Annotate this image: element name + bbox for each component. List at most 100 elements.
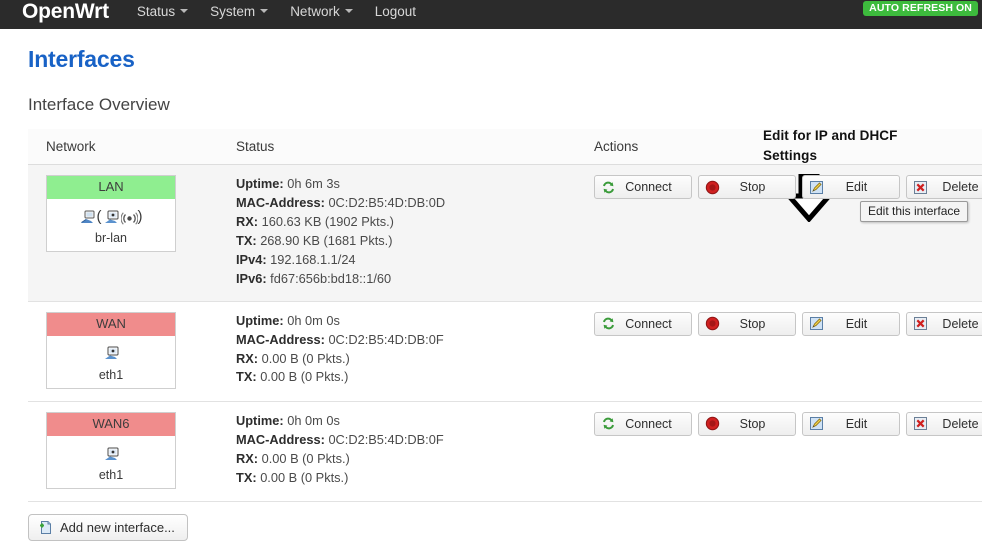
connect-button[interactable]: Connect [594, 411, 692, 436]
edit-button[interactable]: Edit [802, 175, 900, 199]
interface-box-lan[interactable]: LAN () br-lan [46, 175, 176, 253]
stop-button[interactable]: Stop [698, 175, 796, 199]
table-row: LAN () br-lan Uptime: 0h 6m 3s MAC-Addr… [28, 164, 982, 302]
delete-icon [913, 316, 928, 331]
chevron-down-icon [260, 9, 269, 13]
status-value: 268.90 KB (1681 Pkts.) [260, 232, 393, 248]
interface-name-badge: WAN [47, 312, 175, 336]
status-value: 0.00 B (0 Pkts.) [261, 450, 350, 466]
pencil-icon [809, 416, 824, 431]
status-value: 160.63 KB (1902 Pkts.) [261, 213, 394, 229]
nav-item-label: System [210, 3, 256, 19]
nav-item-label: Status [136, 3, 176, 19]
status-list: Uptime: 0h 0m 0s MAC-Address: 0C:D2:B5:4… [236, 312, 576, 388]
chevron-down-icon [344, 9, 353, 13]
network-cell: WAN6 eth1 [28, 401, 218, 503]
stop-icon [705, 316, 720, 331]
status-line: MAC-Address: 0C:D2:B5:4D:DB:0F [236, 331, 576, 350]
status-value: 192.168.1.1/24 [270, 251, 356, 267]
interface-device-info: eth1 [47, 335, 175, 388]
interface-icons: () [47, 206, 175, 228]
status-label: TX: [236, 469, 257, 485]
status-label: MAC-Address: [236, 331, 325, 347]
interface-device-name: br-lan [95, 231, 127, 246]
status-line: RX: 160.63 KB (1902 Pkts.) [236, 213, 576, 232]
interface-icons [47, 343, 175, 365]
interface-name-badge: LAN [47, 176, 175, 200]
delete-icon [913, 416, 928, 431]
interface-device-info: eth1 [47, 436, 175, 489]
nav-item-system[interactable]: System [210, 3, 269, 19]
edit-tooltip: Edit this interface [860, 201, 969, 222]
network-cell: WAN eth1 [28, 301, 218, 402]
nav-item-logout[interactable]: Logout [375, 4, 416, 19]
interface-device-name: eth1 [98, 367, 124, 382]
connect-button[interactable]: Connect [594, 175, 692, 199]
status-line: Uptime: 0h 6m 3s [236, 175, 576, 194]
refresh-icon [601, 416, 616, 431]
status-line: Uptime: 0h 0m 0s [236, 312, 576, 331]
status-line: MAC-Address: 0C:D2:B5:4D:DB:0F [236, 431, 576, 450]
interface-device-info: () br-lan [47, 199, 175, 252]
status-value: 0h 6m 3s [287, 176, 340, 191]
stop-button-label: Stop [739, 180, 766, 194]
annotation-text: Edit for IP and DHCF Settings [763, 126, 963, 165]
status-line: IPv4: 192.168.1.1/24 [236, 251, 576, 270]
action-buttons: Connect Stop [594, 175, 982, 222]
connect-button-label: Connect [625, 416, 672, 431]
status-line: MAC-Address: 0C:D2:B5:4D:DB:0D [236, 194, 576, 213]
auto-refresh-badge[interactable]: AUTO REFRESH ON [863, 1, 978, 16]
status-cell: Uptime: 0h 0m 0s MAC-Address: 0C:D2:B5:4… [218, 401, 576, 503]
paren-open: ( [96, 207, 102, 225]
add-new-interface-label: Add new interface... [60, 520, 175, 536]
wifi-icon [120, 210, 138, 225]
status-value: 0h 0m 0s [287, 312, 340, 328]
status-label: MAC-Address: [236, 194, 325, 210]
add-new-interface-button[interactable]: Add new interface... [28, 514, 188, 541]
actions-cell: Connect Stop [576, 164, 982, 302]
column-header-status: Status [218, 129, 576, 165]
delete-button-label: Delete [942, 416, 979, 431]
status-line: TX: 0.00 B (0 Pkts.) [236, 469, 576, 488]
nav-item-network[interactable]: Network [290, 4, 353, 19]
refresh-icon [601, 180, 616, 195]
delete-button-label: Delete [942, 316, 979, 331]
annotation-line-1: Edit for IP and DHCF [763, 128, 898, 143]
nav-item-status[interactable]: Status [136, 3, 189, 19]
interface-device-name: eth1 [98, 468, 124, 483]
ethernet-icon [104, 210, 119, 225]
network-cell: LAN () br-lan [28, 164, 218, 302]
table-row: WAN6 eth1 Uptime: 0h 0m 0s MAC-Address: … [28, 401, 982, 503]
status-line: RX: 0.00 B (0 Pkts.) [236, 350, 576, 369]
delete-icon [913, 180, 928, 195]
edit-button-label: Edit [845, 180, 868, 194]
ethernet-icon [104, 447, 119, 462]
interface-box-wan[interactable]: WAN eth1 [46, 311, 176, 389]
interface-box-wan6[interactable]: WAN6 eth1 [46, 411, 176, 490]
edit-button-label: Edit [845, 416, 868, 431]
nav-item-label: Logout [374, 3, 416, 19]
interface-overview-table: Network Status Actions LAN () br-lan Up… [28, 129, 982, 503]
nav-item-label: Network [290, 3, 340, 19]
stop-icon [705, 180, 720, 195]
status-line: IPv6: fd67:656b:bd18::1/60 [236, 270, 576, 289]
edit-button[interactable]: Edit [802, 311, 900, 336]
refresh-icon [601, 316, 616, 331]
status-line: TX: 0.00 B (0 Pkts.) [236, 368, 576, 387]
paren-close: ) [137, 207, 143, 225]
table-row: WAN eth1 Uptime: 0h 0m 0s MAC-Address: 0… [28, 301, 982, 402]
connect-button[interactable]: Connect [594, 311, 692, 336]
delete-button[interactable]: Delete [906, 311, 982, 336]
delete-button[interactable]: Delete [906, 175, 982, 199]
chevron-down-icon [180, 9, 189, 13]
status-label: IPv6: [236, 270, 267, 286]
status-line: Uptime: 0h 0m 0s [236, 412, 576, 431]
stop-button[interactable]: Stop [698, 311, 796, 336]
edit-button[interactable]: Edit [802, 411, 900, 436]
stop-button[interactable]: Stop [698, 411, 796, 436]
delete-button[interactable]: Delete [906, 411, 982, 436]
edit-button-label: Edit [845, 316, 868, 331]
status-cell: Uptime: 0h 6m 3s MAC-Address: 0C:D2:B5:4… [218, 164, 576, 302]
status-label: Uptime: [236, 312, 284, 328]
action-buttons: Connect Stop [594, 411, 982, 436]
